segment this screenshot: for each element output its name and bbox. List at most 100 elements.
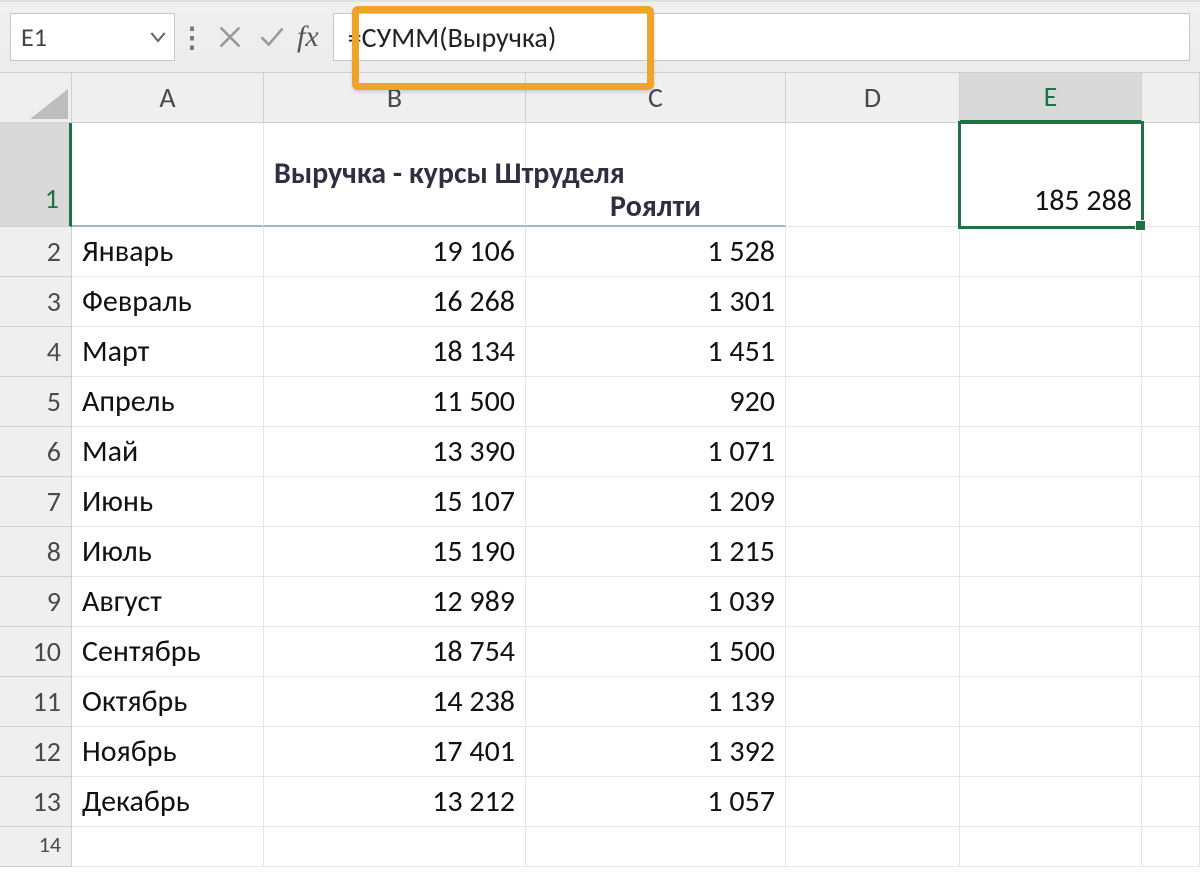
chevron-down-icon[interactable] xyxy=(148,27,168,47)
cell-E13[interactable] xyxy=(960,777,1142,827)
cell-B10[interactable]: 18 754 xyxy=(264,627,526,677)
cell-C9[interactable]: 1 039 xyxy=(526,577,786,627)
cell-D5[interactable] xyxy=(786,377,960,427)
cell-extra-14[interactable] xyxy=(1142,827,1200,867)
cell-extra-8[interactable] xyxy=(1142,527,1200,577)
cancel-button[interactable] xyxy=(209,13,251,61)
cell-A4[interactable]: Март xyxy=(72,327,264,377)
cell-C3[interactable]: 1 301 xyxy=(526,277,786,327)
row-header-6[interactable]: 6 xyxy=(0,427,72,477)
cell-D7[interactable] xyxy=(786,477,960,527)
cell-A12[interactable]: Ноябрь xyxy=(72,727,264,777)
formula-input[interactable]: =СУММ(Выручка) xyxy=(333,13,1190,61)
spreadsheet-grid[interactable]: A B C D E 1 Выручка - курсы Штруделя Роя… xyxy=(0,73,1200,867)
cell-B6[interactable]: 13 390 xyxy=(264,427,526,477)
cell-B1[interactable]: Выручка - курсы Штруделя xyxy=(264,123,526,227)
col-header-E[interactable]: E xyxy=(960,73,1142,123)
cell-E2[interactable] xyxy=(960,227,1142,277)
row-header-5[interactable]: 5 xyxy=(0,377,72,427)
cell-C10[interactable]: 1 500 xyxy=(526,627,786,677)
cell-B14[interactable] xyxy=(264,827,526,867)
cell-E8[interactable] xyxy=(960,527,1142,577)
row-header-1[interactable]: 1 xyxy=(0,123,72,227)
cell-D10[interactable] xyxy=(786,627,960,677)
cell-E9[interactable] xyxy=(960,577,1142,627)
cell-E11[interactable] xyxy=(960,677,1142,727)
cell-D11[interactable] xyxy=(786,677,960,727)
cell-C14[interactable] xyxy=(526,827,786,867)
cell-E6[interactable] xyxy=(960,427,1142,477)
cell-D3[interactable] xyxy=(786,277,960,327)
row-header-14[interactable]: 14 xyxy=(0,827,72,867)
cell-B12[interactable]: 17 401 xyxy=(264,727,526,777)
row-header-3[interactable]: 3 xyxy=(0,277,72,327)
cell-C13[interactable]: 1 057 xyxy=(526,777,786,827)
cell-E7[interactable] xyxy=(960,477,1142,527)
cell-C2[interactable]: 1 528 xyxy=(526,227,786,277)
cell-B9[interactable]: 12 989 xyxy=(264,577,526,627)
col-header-D[interactable]: D xyxy=(786,73,960,123)
cell-A11[interactable]: Октябрь xyxy=(72,677,264,727)
cell-A7[interactable]: Июнь xyxy=(72,477,264,527)
row-header-8[interactable]: 8 xyxy=(0,527,72,577)
cell-C1[interactable]: Роялти xyxy=(526,123,786,227)
cell-extra-12[interactable] xyxy=(1142,727,1200,777)
cell-A13[interactable]: Декабрь xyxy=(72,777,264,827)
cell-D12[interactable] xyxy=(786,727,960,777)
cell-C11[interactable]: 1 139 xyxy=(526,677,786,727)
col-header-B[interactable]: B xyxy=(264,73,526,123)
cell-extra-3[interactable] xyxy=(1142,277,1200,327)
cell-A14[interactable] xyxy=(72,827,264,867)
cell-D1[interactable] xyxy=(786,123,960,227)
cell-A2[interactable]: Январь xyxy=(72,227,264,277)
cell-C7[interactable]: 1 209 xyxy=(526,477,786,527)
cell-extra-7[interactable] xyxy=(1142,477,1200,527)
row-header-2[interactable]: 2 xyxy=(0,227,72,277)
cell-extra-9[interactable] xyxy=(1142,577,1200,627)
row-header-13[interactable]: 13 xyxy=(0,777,72,827)
cell-B3[interactable]: 16 268 xyxy=(264,277,526,327)
cell-C6[interactable]: 1 071 xyxy=(526,427,786,477)
cell-extra-2[interactable] xyxy=(1142,227,1200,277)
row-header-12[interactable]: 12 xyxy=(0,727,72,777)
enter-button[interactable] xyxy=(251,13,293,61)
cell-B4[interactable]: 18 134 xyxy=(264,327,526,377)
cell-D6[interactable] xyxy=(786,427,960,477)
cell-B8[interactable]: 15 190 xyxy=(264,527,526,577)
select-all-corner[interactable] xyxy=(0,73,72,123)
cell-A10[interactable]: Сентябрь xyxy=(72,627,264,677)
cell-A6[interactable]: Май xyxy=(72,427,264,477)
fx-icon[interactable]: fx xyxy=(293,20,327,54)
row-header-10[interactable]: 10 xyxy=(0,627,72,677)
cell-B5[interactable]: 11 500 xyxy=(264,377,526,427)
cell-C4[interactable]: 1 451 xyxy=(526,327,786,377)
formula-bar-splitter[interactable]: ⋮ xyxy=(175,20,209,55)
cell-E5[interactable] xyxy=(960,377,1142,427)
cell-A9[interactable]: Август xyxy=(72,577,264,627)
cell-E4[interactable] xyxy=(960,327,1142,377)
name-box[interactable]: E1 xyxy=(10,13,175,61)
cell-D4[interactable] xyxy=(786,327,960,377)
row-header-4[interactable]: 4 xyxy=(0,327,72,377)
cell-A1[interactable] xyxy=(72,123,264,227)
cell-D2[interactable] xyxy=(786,227,960,277)
cell-C12[interactable]: 1 392 xyxy=(526,727,786,777)
cell-E12[interactable] xyxy=(960,727,1142,777)
col-header-C[interactable]: C xyxy=(526,73,786,123)
cell-extra-10[interactable] xyxy=(1142,627,1200,677)
cell-C8[interactable]: 1 215 xyxy=(526,527,786,577)
row-header-7[interactable]: 7 xyxy=(0,477,72,527)
cell-A8[interactable]: Июль xyxy=(72,527,264,577)
row-header-9[interactable]: 9 xyxy=(0,577,72,627)
cell-A3[interactable]: Февраль xyxy=(72,277,264,327)
row-header-11[interactable]: 11 xyxy=(0,677,72,727)
cell-extra-4[interactable] xyxy=(1142,327,1200,377)
cell-E10[interactable] xyxy=(960,627,1142,677)
cell-extra-1[interactable] xyxy=(1142,123,1200,227)
cell-B7[interactable]: 15 107 xyxy=(264,477,526,527)
cell-E14[interactable] xyxy=(960,827,1142,867)
cell-E1[interactable]: 185 288 xyxy=(960,123,1142,227)
cell-B11[interactable]: 14 238 xyxy=(264,677,526,727)
cell-extra-13[interactable] xyxy=(1142,777,1200,827)
col-header-extra[interactable] xyxy=(1142,73,1200,123)
